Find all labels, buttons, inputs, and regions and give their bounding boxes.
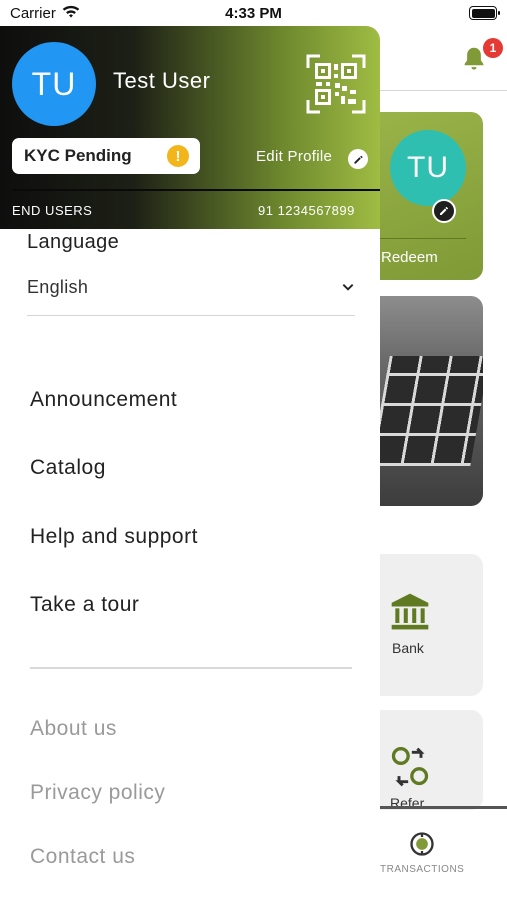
header-divider bbox=[12, 189, 380, 191]
language-title: Language bbox=[27, 231, 120, 253]
user-phone: 91 1234567899 bbox=[258, 203, 355, 218]
side-drawer: TU Test User KYC Pending ! Edit Profile … bbox=[0, 26, 380, 900]
drawer-header: TU Test User KYC Pending ! Edit Profile … bbox=[0, 26, 380, 229]
menu-divider bbox=[30, 667, 352, 669]
kyc-status-pill[interactable]: KYC Pending ! bbox=[12, 138, 200, 174]
status-bar: Carrier 4:33 PM bbox=[0, 0, 507, 26]
menu-item-announcement[interactable]: Announcement bbox=[30, 388, 177, 412]
footer-item-privacy-policy[interactable]: Privacy policy bbox=[30, 781, 165, 805]
drawer-scrim[interactable] bbox=[380, 0, 507, 900]
language-select[interactable]: English bbox=[27, 272, 355, 316]
pencil-icon[interactable] bbox=[348, 149, 368, 169]
user-name: Test User bbox=[113, 68, 211, 93]
footer-item-about-us[interactable]: About us bbox=[30, 717, 117, 741]
warning-icon: ! bbox=[167, 145, 189, 167]
status-time: 4:33 PM bbox=[225, 5, 282, 22]
menu-item-catalog[interactable]: Catalog bbox=[30, 456, 106, 480]
chevron-down-icon[interactable] bbox=[341, 280, 355, 294]
user-role: END USERS bbox=[12, 203, 93, 218]
battery-icon bbox=[469, 6, 500, 20]
edit-profile-link[interactable]: Edit Profile bbox=[256, 148, 332, 165]
menu-item-take-a-tour[interactable]: Take a tour bbox=[30, 593, 139, 617]
language-value: English bbox=[27, 277, 89, 297]
qr-code-icon[interactable] bbox=[306, 54, 366, 114]
avatar[interactable]: TU bbox=[12, 42, 96, 126]
footer-item-contact-us[interactable]: Contact us bbox=[30, 845, 135, 869]
menu-item-help-and-support[interactable]: Help and support bbox=[30, 525, 198, 549]
kyc-status-text: KYC Pending bbox=[24, 146, 132, 165]
